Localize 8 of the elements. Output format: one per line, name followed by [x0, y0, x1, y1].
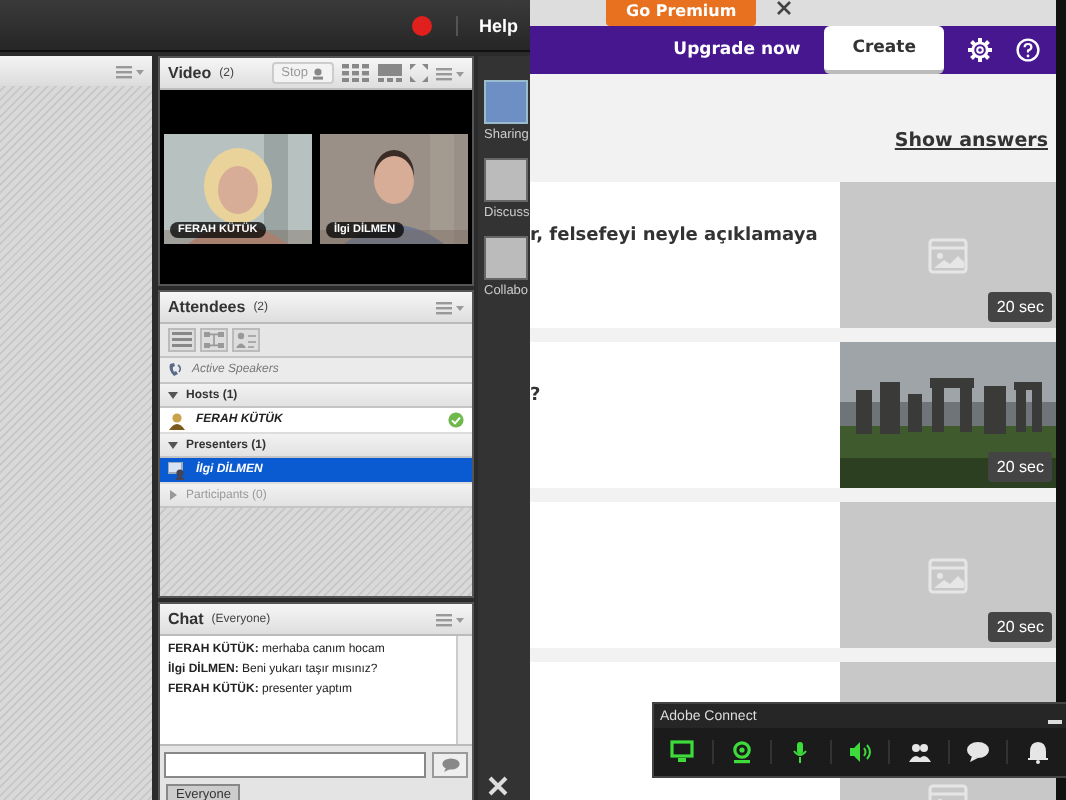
question-text: r, felsefeyi neyle açıklamaya [530, 226, 818, 246]
duration-badge: 20 sec [988, 452, 1052, 482]
duration-badge: 20 sec [988, 292, 1052, 322]
pod-title: Video [168, 64, 212, 82]
question-text: ? [530, 386, 541, 406]
pod-title: Chat [168, 610, 204, 628]
duration-badge: 20 sec [988, 612, 1052, 642]
pod-title: Attendees [168, 298, 246, 316]
